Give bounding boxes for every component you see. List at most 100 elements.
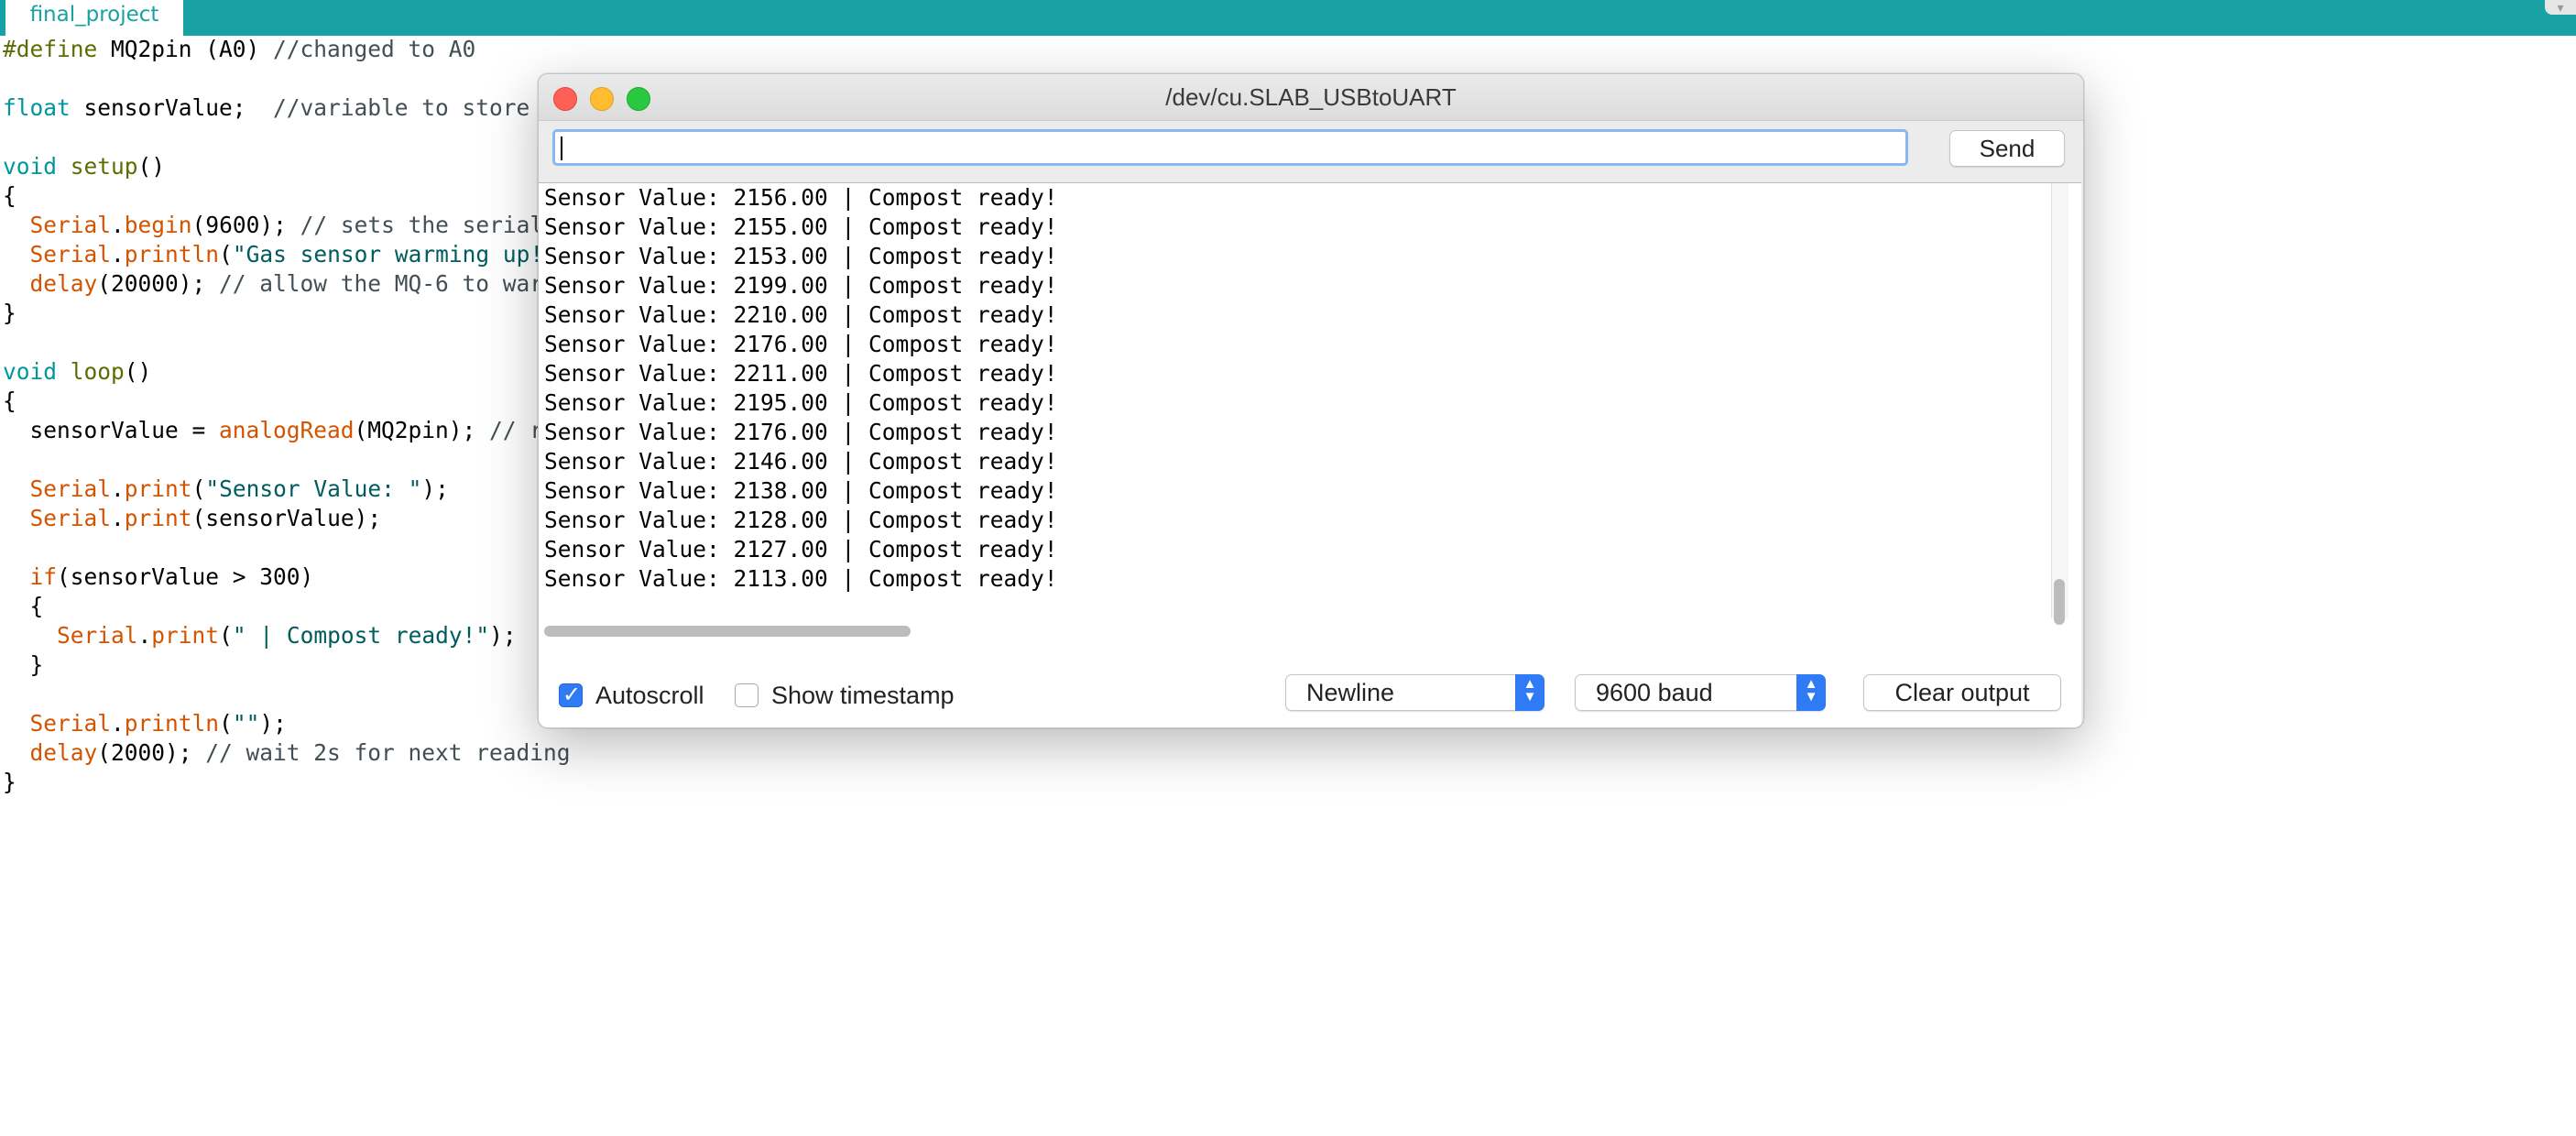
code-line: void setup() bbox=[3, 152, 571, 181]
code-editor[interactable]: #define MQ2pin (A0) //changed to A0 float… bbox=[3, 35, 571, 797]
code-token: } bbox=[3, 769, 16, 795]
code-line: { bbox=[3, 181, 571, 211]
code-token: delay bbox=[29, 270, 98, 297]
window-title: /dev/cu.SLAB_USBtoUART bbox=[1165, 83, 1457, 111]
serial-output-line: Sensor Value: 2176.00 | Compost ready! bbox=[544, 331, 1058, 357]
serial-output-line: Sensor Value: 2127.00 | Compost ready! bbox=[544, 536, 1058, 563]
code-line: Serial.println(""); bbox=[3, 709, 571, 738]
serial-output-line: Sensor Value: 2128.00 | Compost ready! bbox=[544, 507, 1058, 533]
code-token: Serial bbox=[29, 241, 112, 268]
ide-tab-bar: final_project ▾ bbox=[0, 0, 2576, 36]
code-line: { bbox=[3, 387, 571, 416]
code-token: { bbox=[3, 593, 44, 619]
code-token: sensorValue = bbox=[3, 417, 220, 443]
line-ending-value: Newline bbox=[1306, 679, 1395, 706]
code-token: (sensorValue); bbox=[191, 505, 382, 531]
serial-output-line: Sensor Value: 2199.00 | Compost ready! bbox=[544, 272, 1058, 299]
horizontal-scroll-thumb[interactable] bbox=[544, 626, 911, 637]
code-token: if bbox=[29, 563, 58, 590]
show-timestamp-label[interactable]: Show timestamp bbox=[771, 679, 955, 712]
send-button[interactable]: Send bbox=[1949, 130, 2065, 167]
code-token: float bbox=[3, 94, 84, 121]
serial-output-line: Sensor Value: 2146.00 | Compost ready! bbox=[544, 448, 1058, 475]
show-timestamp-checkbox[interactable] bbox=[735, 683, 759, 707]
serial-output-line: Sensor Value: 2156.00 | Compost ready! bbox=[544, 184, 1058, 211]
code-line: float sensorValue; //variable to store s… bbox=[3, 93, 571, 123]
code-line: { bbox=[3, 592, 571, 621]
line-ending-select[interactable]: Newline ▲ ▼ bbox=[1285, 674, 1545, 711]
code-line: delay(2000); // wait 2s for next reading bbox=[3, 738, 571, 768]
code-token: println bbox=[124, 710, 220, 737]
code-token: print bbox=[124, 505, 192, 531]
code-token: Serial bbox=[57, 622, 138, 649]
code-token: print bbox=[151, 622, 220, 649]
serial-output-line: Sensor Value: 2176.00 | Compost ready! bbox=[544, 419, 1058, 445]
clear-output-button[interactable]: Clear output bbox=[1863, 674, 2061, 711]
code-token: ( bbox=[219, 710, 233, 737]
autoscroll-checkbox[interactable]: ✓ bbox=[559, 683, 583, 707]
code-token: //variable to store se bbox=[273, 94, 571, 121]
serial-output-line: Sensor Value: 2210.00 | Compost ready! bbox=[544, 301, 1058, 328]
code-token: Serial bbox=[29, 212, 112, 238]
checkmark-icon: ✓ bbox=[562, 683, 582, 707]
vertical-scroll-thumb[interactable] bbox=[2054, 579, 2065, 625]
code-line: Serial.print("Sensor Value: "); bbox=[3, 475, 571, 504]
code-line: Serial.print(sensorValue); bbox=[3, 504, 571, 533]
serial-output-line: Sensor Value: 2195.00 | Compost ready! bbox=[544, 389, 1058, 416]
code-token: void bbox=[3, 153, 71, 180]
code-token: #define bbox=[3, 36, 112, 62]
code-token: // sets the serial p bbox=[300, 212, 571, 238]
chevron-updown-icon: ▲ ▼ bbox=[1796, 674, 1826, 711]
code-line: } bbox=[3, 650, 571, 680]
serial-output-lines: Sensor Value: 2156.00 | Compost ready! Se… bbox=[544, 183, 1058, 594]
code-token: ( bbox=[219, 622, 233, 649]
serial-monitor-window: /dev/cu.SLAB_USBtoUART Send Sensor Value… bbox=[538, 73, 2084, 728]
tab-final-project[interactable]: final_project bbox=[5, 0, 183, 36]
baud-rate-value: 9600 baud bbox=[1596, 679, 1713, 706]
tab-menu-icon[interactable]: ▾ bbox=[2545, 0, 2576, 15]
code-token: setup bbox=[70, 153, 138, 180]
code-token: analogRead bbox=[219, 417, 355, 443]
code-token: (9600); bbox=[191, 212, 300, 238]
vertical-scrollbar[interactable] bbox=[2051, 183, 2068, 618]
code-token: void bbox=[3, 358, 71, 385]
serial-send-input[interactable] bbox=[552, 129, 1908, 166]
code-token: ); bbox=[489, 622, 517, 649]
autoscroll-label[interactable]: Autoscroll bbox=[595, 679, 704, 712]
code-line: Serial.println("Gas sensor warming up!") bbox=[3, 240, 571, 269]
code-token: } bbox=[3, 300, 16, 326]
code-token: MQ2pin (A0) bbox=[111, 36, 274, 62]
code-token: print bbox=[124, 475, 192, 502]
code-token: ( bbox=[191, 475, 206, 502]
code-line: void loop() bbox=[3, 357, 571, 387]
code-token: (20000); bbox=[97, 270, 220, 297]
code-token: // wait 2s for next reading bbox=[205, 739, 571, 766]
serial-output-line: Sensor Value: 2138.00 | Compost ready! bbox=[544, 477, 1058, 504]
code-token: { bbox=[3, 182, 16, 209]
serial-output-line: Sensor Value: 2155.00 | Compost ready! bbox=[544, 213, 1058, 240]
baud-rate-select[interactable]: 9600 baud ▲ ▼ bbox=[1575, 674, 1826, 711]
code-token: Serial bbox=[29, 710, 112, 737]
serial-output-line: Sensor Value: 2113.00 | Compost ready! bbox=[544, 565, 1058, 592]
code-line: sensorValue = analogRead(MQ2pin); // rea bbox=[3, 416, 571, 445]
code-token: begin bbox=[124, 212, 192, 238]
window-titlebar[interactable]: /dev/cu.SLAB_USBtoUART bbox=[539, 74, 2083, 121]
code-token: "Sensor Value: " bbox=[205, 475, 422, 502]
code-token: // allow the MQ-6 to warm bbox=[219, 270, 557, 297]
code-token: . bbox=[111, 475, 125, 502]
code-token: ( bbox=[219, 241, 233, 268]
code-line: Serial.begin(9600); // sets the serial p bbox=[3, 211, 571, 240]
text-caret bbox=[561, 137, 562, 160]
code-token: (MQ2pin); bbox=[354, 417, 490, 443]
code-token: (sensorValue > 300) bbox=[57, 563, 314, 590]
